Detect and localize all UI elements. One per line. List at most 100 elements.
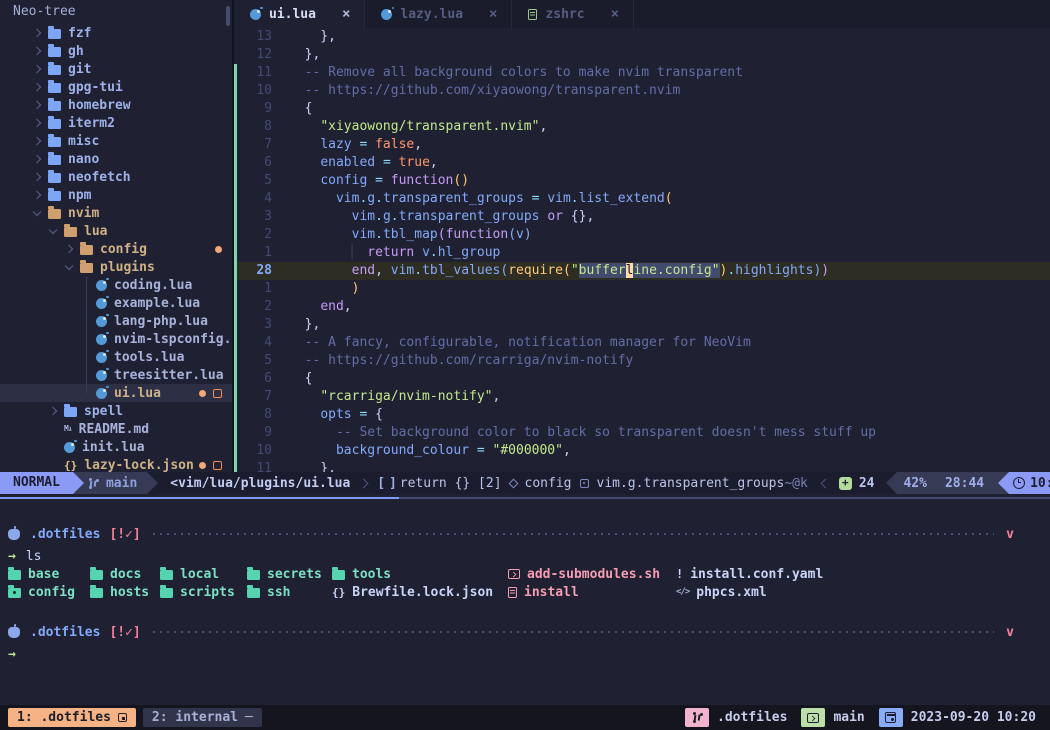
tab-lazy.lua[interactable]: lazy.lua×	[365, 0, 512, 28]
tree-item-gpg-tui[interactable]: gpg-tui	[0, 78, 232, 96]
shell-prompt[interactable]: →	[8, 645, 1042, 663]
code-line[interactable]: 13 },	[234, 28, 1050, 46]
code-token: {	[375, 407, 383, 422]
tree-item-nano[interactable]: nano	[0, 150, 232, 168]
code-line[interactable]: 8 "xiyaowong/transparent.nvim",	[234, 118, 1050, 136]
code-line[interactable]: 2 end,	[234, 298, 1050, 316]
shell-pane[interactable]: .dotfiles [!✓] v → ls basedocslocalsecre…	[0, 499, 1050, 705]
code-line[interactable]: 28 end, vim.tbl_values(require("bufferli…	[234, 262, 1050, 280]
code-line[interactable]: 5 config = function()	[234, 172, 1050, 190]
tree-item-nvim-lspconfig.[interactable]: nvim-lspconfig.	[0, 330, 232, 348]
code-line[interactable]: 9 {	[234, 100, 1050, 118]
tree-item-git[interactable]: git	[0, 60, 232, 78]
powerline-separator	[886, 472, 897, 494]
code-line[interactable]: 11 },	[234, 460, 1050, 472]
modified-dot-icon	[199, 390, 206, 397]
tree-item-spell[interactable]: spell	[0, 402, 232, 420]
code-text: },	[272, 316, 320, 334]
code-line[interactable]: 4 -- A fancy, configurable, notification…	[234, 334, 1050, 352]
code-line[interactable]: 3 vim.g.transparent_groups or {},	[234, 208, 1050, 226]
folder-icon	[48, 119, 61, 129]
tree-item-treesitter.lua[interactable]: treesitter.lua	[0, 366, 232, 384]
tmux-window-flag: ─	[245, 710, 253, 725]
vi-mode-mark: v	[1006, 625, 1014, 640]
code-line[interactable]: 5 -- https://github.com/rcarriga/nvim-no…	[234, 352, 1050, 370]
code-token: config	[320, 173, 367, 188]
code-token: {	[289, 101, 312, 116]
prompt-directory: .dotfiles	[30, 527, 100, 542]
tree-item-npm[interactable]: npm	[0, 186, 232, 204]
tab-close-icon[interactable]: ×	[342, 6, 350, 22]
prompt-directory: .dotfiles	[30, 625, 100, 640]
tree-item-label: lua	[84, 224, 107, 239]
tree-item-coding.lua[interactable]: coding.lua	[0, 276, 232, 294]
tree-item-label: homebrew	[68, 98, 131, 113]
tab-close-icon[interactable]: ×	[489, 6, 497, 22]
tab-zshrc[interactable]: zshrc×	[512, 0, 634, 28]
code-line[interactable]: 10 background_colour = "#000000",	[234, 442, 1050, 460]
code-line[interactable]: 3 },	[234, 316, 1050, 334]
code-text: vim.g.transparent_groups = vim.list_exte…	[272, 190, 673, 208]
code-text: {	[272, 100, 312, 118]
tab-ui.lua[interactable]: ui.lua×	[234, 0, 365, 28]
line-number: 10	[242, 442, 272, 460]
ls-entry-label: tools	[352, 567, 391, 582]
tab-close-icon[interactable]: ×	[611, 6, 619, 22]
code-line[interactable]: 7 lazy = false,	[234, 136, 1050, 154]
code-token: },	[289, 461, 336, 472]
code-buffer[interactable]: 13 },12 },11 -- Remove all background co…	[234, 28, 1050, 472]
code-line[interactable]: 6 {	[234, 370, 1050, 388]
code-token: "rcarriga/nvim-notify"	[320, 389, 492, 404]
tree-item-config[interactable]: config	[0, 240, 232, 258]
tree-item-iterm2[interactable]: iterm2	[0, 114, 232, 132]
neotree-scrollbar[interactable]	[226, 6, 230, 26]
code-line[interactable]: 8 opts = {	[234, 406, 1050, 424]
code-line[interactable]: 7 "rcarriga/nvim-notify",	[234, 388, 1050, 406]
tree-item-lang-php.lua[interactable]: lang-php.lua	[0, 312, 232, 330]
tree-item-example.lua[interactable]: example.lua	[0, 294, 232, 312]
code-text: },	[272, 460, 336, 472]
tree-item-ui.lua[interactable]: ui.lua	[0, 384, 232, 402]
tree-item-misc[interactable]: misc	[0, 132, 232, 150]
tree-item-plugins[interactable]: plugins	[0, 258, 232, 276]
code-line[interactable]: 11 -- Remove all background colors to ma…	[234, 64, 1050, 82]
code-line[interactable]: 6 enabled = true,	[234, 154, 1050, 172]
tree-item-gh[interactable]: gh	[0, 42, 232, 60]
tmux-window-2internal[interactable]: 2: internal─	[143, 708, 262, 727]
cal-badge	[879, 708, 903, 727]
tree-item-lua[interactable]: lua	[0, 222, 232, 240]
code-token: tbl_map	[383, 227, 438, 242]
code-line[interactable]: 10 -- https://github.com/xiyaowong/trans…	[234, 82, 1050, 100]
code-text: lazy = false,	[272, 136, 422, 154]
folder-icon	[48, 47, 61, 57]
code-token: end	[320, 299, 343, 314]
apple-icon	[8, 529, 20, 540]
tmux-window-1.dotfiles[interactable]: 1: .dotfiles	[8, 708, 136, 727]
tree-item-tools.lua[interactable]: tools.lua	[0, 348, 232, 366]
tree-item-init.lua[interactable]: init.lua	[0, 438, 232, 456]
code-token: tbl_values	[422, 263, 500, 278]
tree-item-label: treesitter.lua	[114, 368, 224, 383]
ls-row: confighostsscriptssshBrewfile.lock.jsoni…	[8, 583, 1042, 601]
chevron-right-icon	[49, 407, 57, 415]
code-line[interactable]: 4 vim.g.transparent_groups = vim.list_ex…	[234, 190, 1050, 208]
code-line[interactable]: 9 -- Set background color to black so tr…	[234, 424, 1050, 442]
gitsign-added-bar	[234, 190, 242, 208]
folder-icon	[48, 137, 61, 147]
code-line[interactable]: 12 },	[234, 46, 1050, 64]
code-line[interactable]: 1 ▏ return v.hl_group	[234, 244, 1050, 262]
tree-item-README.md[interactable]: README.md	[0, 420, 232, 438]
line-number: 5	[242, 172, 272, 190]
tree-item-homebrew[interactable]: homebrew	[0, 96, 232, 114]
lualine-statusbar: NORMAL main <vim/lua/plugins/ui.lua retu…	[0, 472, 1050, 494]
code-line[interactable]: 1 )	[234, 280, 1050, 298]
tree-item-neofetch[interactable]: neofetch	[0, 168, 232, 186]
tree-item-lazy-lock.json[interactable]: lazy-lock.json	[0, 456, 232, 472]
tree-item-fzf[interactable]: fzf	[0, 24, 232, 42]
ls-entry-hosts: hosts	[90, 583, 160, 601]
tree-item-nvim[interactable]: nvim	[0, 204, 232, 222]
code-text: vim.g.transparent_groups or {},	[272, 208, 594, 226]
code-line[interactable]: 2 vim.tbl_map(function(v)	[234, 226, 1050, 244]
modified-dot-icon	[199, 462, 206, 469]
gitsign-added-bar	[234, 316, 242, 334]
